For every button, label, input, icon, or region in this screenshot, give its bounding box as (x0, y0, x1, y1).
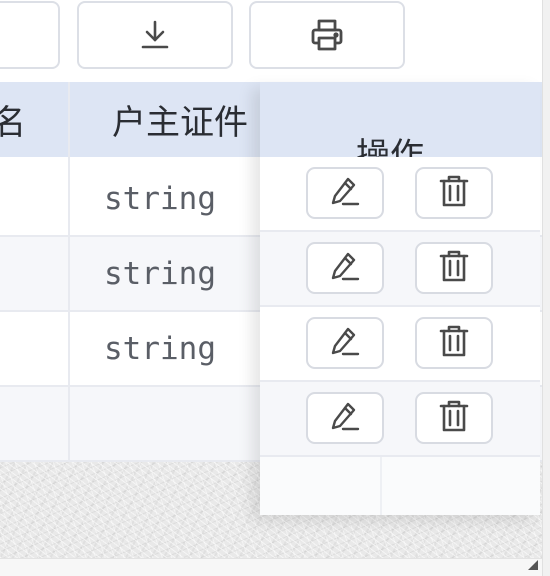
action-row (260, 157, 540, 232)
horizontal-scrollbar[interactable] (0, 558, 542, 576)
vertical-scrollbar[interactable] (542, 0, 550, 576)
action-row (260, 307, 540, 382)
table-toolbar (0, 0, 542, 82)
resize-handle-icon[interactable] (528, 560, 538, 570)
action-row (260, 382, 540, 457)
edit-button[interactable] (306, 317, 384, 369)
edit-icon (329, 250, 361, 286)
edit-button[interactable] (306, 167, 384, 219)
edit-button[interactable] (306, 242, 384, 294)
toolbar-button-partial[interactable] (0, 1, 60, 69)
trash-icon (438, 249, 470, 287)
delete-button[interactable] (415, 392, 493, 444)
cell-owner-id: string (104, 330, 216, 367)
edit-icon (329, 400, 361, 436)
column-divider (68, 162, 70, 462)
column-header-actions: 操作 (356, 136, 424, 157)
column-header-owner-id: 户主证件 (112, 103, 248, 143)
printer-icon (309, 17, 345, 53)
trash-icon (438, 174, 470, 212)
trash-icon (438, 324, 470, 362)
delete-button[interactable] (415, 242, 493, 294)
edit-icon (329, 175, 361, 211)
delete-button[interactable] (415, 167, 493, 219)
column-header-name: 名 (0, 103, 26, 143)
column-divider (380, 457, 382, 515)
action-row (260, 232, 540, 307)
edit-icon (329, 325, 361, 361)
column-header-actions-cell: 操作 (260, 82, 540, 157)
fixed-action-column: 操作 (260, 82, 540, 515)
edit-button[interactable] (306, 392, 384, 444)
print-button[interactable] (249, 1, 405, 69)
fixed-column-empty-area (260, 457, 540, 515)
download-icon (139, 19, 171, 51)
cell-owner-id: string (104, 180, 216, 217)
download-button[interactable] (77, 1, 233, 69)
delete-button[interactable] (415, 317, 493, 369)
cell-owner-id: string (104, 255, 216, 292)
trash-icon (438, 399, 470, 437)
